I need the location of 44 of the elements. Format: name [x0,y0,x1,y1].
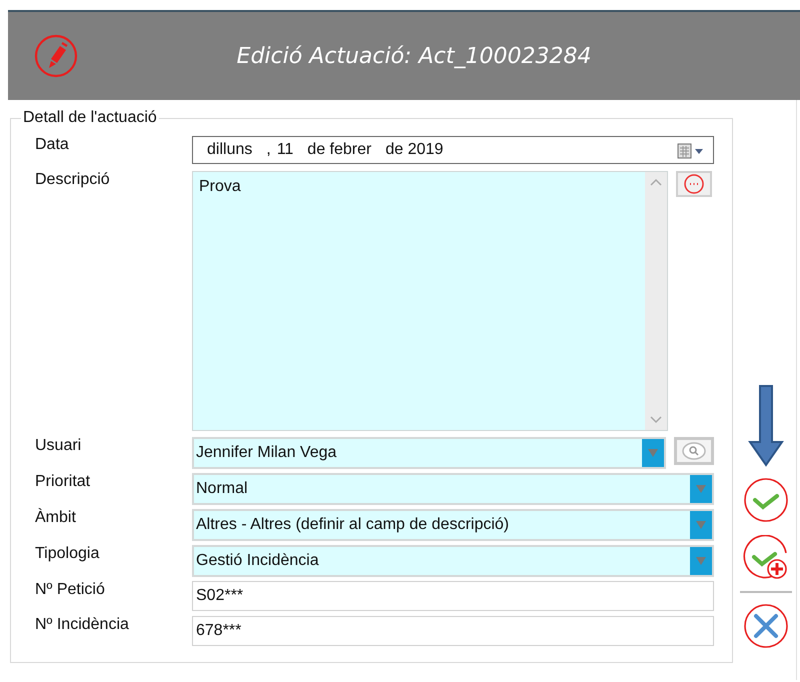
dropdown-value: Gestió Incidència [196,552,319,570]
date-segment[interactable]: 11 [276,141,294,159]
dropdown-value: Altres - Altres (definir al camp de descripció) [196,516,509,534]
field-label: Usuari [35,437,82,455]
pencil-icon [34,34,78,78]
input-field[interactable]: S02*** [192,581,714,611]
search-icon [680,441,708,461]
save-new-button[interactable] [742,535,788,581]
check-plus-icon [742,535,788,581]
dropdown-field[interactable]: Altres - Altres (definir al camp de descripció) [192,509,714,541]
field-label: Àmbit [35,509,77,527]
scroll-up-icon[interactable] [650,178,662,186]
save-button[interactable] [742,477,788,523]
input-value: 678*** [196,622,242,640]
field-label: Prioritat [35,473,92,491]
description-field[interactable]: Prova [192,171,668,431]
more-button[interactable] [676,171,712,197]
down-arrow-icon [748,385,784,467]
date-segment[interactable]: de 2019 [385,141,444,159]
close-icon [742,603,788,649]
cancel-button[interactable] [742,603,788,649]
dropdown-value: Normal [196,480,248,498]
check-icon [742,477,788,523]
calendar-icon[interactable] [677,143,705,159]
input-value: S02*** [196,587,244,605]
date-segment[interactable]: , [266,141,271,159]
date-segment[interactable]: de febrer [307,141,372,159]
field-label: Data [35,136,70,154]
field-label: Descripció [35,171,111,189]
description-text: Prova [198,177,242,197]
ellipsis-icon [683,174,705,194]
date-segment[interactable]: dilluns [207,141,252,159]
dropdown-field[interactable]: Gestió Incidència [192,545,714,577]
scroll-down-icon[interactable] [650,416,662,424]
field-label: Nº Petició [35,581,106,599]
window-title: Edició Actuació: Act_100023284 [236,44,592,68]
date-field[interactable]: dilluns , 11 de febrer de 2019 [192,136,714,164]
dropdown-value: Jennifer Milan Vega [196,444,337,462]
input-field[interactable]: 678*** [192,616,714,646]
search-button[interactable] [674,437,714,465]
field-label: Nº Incidència [35,616,130,634]
dropdown-field[interactable]: Normal [192,473,714,505]
dropdown-field[interactable]: Jennifer Milan Vega [192,437,666,469]
field-label: Tipologia [35,545,100,563]
